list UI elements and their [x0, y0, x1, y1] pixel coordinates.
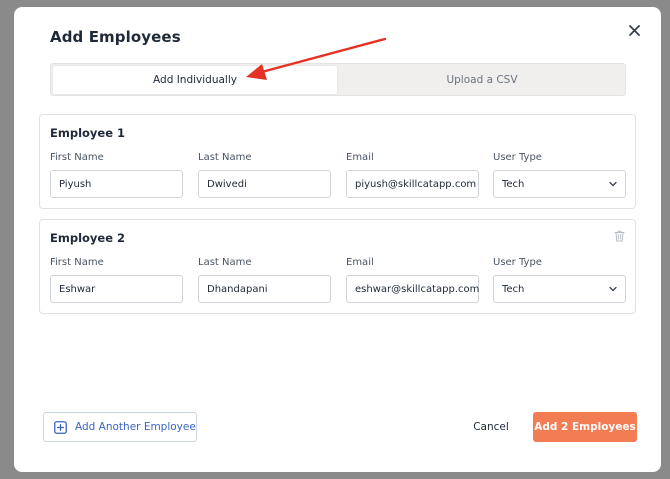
plus-square-icon	[54, 420, 67, 434]
field-value: piyush@skillcatapp.com	[355, 178, 477, 190]
close-icon	[628, 24, 640, 36]
email-field[interactable]: piyush@skillcatapp.com	[346, 170, 479, 198]
employee-title: Employee 1	[50, 126, 126, 140]
last-name-label: Last Name	[198, 152, 252, 163]
user-type-label: User Type	[493, 152, 542, 163]
last-name-field[interactable]: Dhandapani	[198, 275, 331, 303]
last-name-label: Last Name	[198, 257, 252, 268]
employee-card: Employee 1 First Name Piyush Last Name D…	[39, 114, 636, 209]
arrow-annotation	[246, 37, 387, 80]
field-value: Piyush	[59, 178, 92, 190]
first-name-field[interactable]: Piyush	[50, 170, 183, 198]
email-label: Email	[346, 257, 374, 268]
last-name-field[interactable]: Dwivedi	[198, 170, 331, 198]
first-name-label: First Name	[50, 257, 104, 268]
add-another-employee-button[interactable]: Add Another Employee	[43, 412, 197, 442]
add-employees-button[interactable]: Add 2 Employees	[533, 412, 637, 442]
first-name-field[interactable]: Eshwar	[50, 275, 183, 303]
trash-icon[interactable]	[614, 230, 625, 242]
cancel-button[interactable]: Cancel	[466, 418, 516, 436]
email-label: Email	[346, 152, 374, 163]
tab-label: Upload a CSV	[446, 74, 518, 86]
add-employees-modal: Add Employees Add Individually Upload a …	[14, 7, 661, 472]
close-button[interactable]	[624, 20, 644, 40]
first-name-label: First Name	[50, 152, 104, 163]
field-value: eshwar@skillcatapp.com	[355, 283, 480, 295]
employee-title: Employee 2	[50, 231, 126, 245]
user-type-label: User Type	[493, 257, 542, 268]
field-value: Dwivedi	[207, 178, 247, 190]
email-field[interactable]: eshwar@skillcatapp.com	[346, 275, 479, 303]
field-value: Tech	[502, 283, 525, 295]
user-type-select[interactable]: Tech	[493, 275, 626, 303]
field-value: Dhandapani	[207, 283, 268, 295]
tab-label: Add Individually	[153, 74, 237, 86]
field-value: Eshwar	[59, 283, 96, 295]
chevron-down-icon	[609, 181, 617, 187]
modal-title: Add Employees	[50, 28, 181, 46]
user-type-select[interactable]: Tech	[493, 170, 626, 198]
add-another-label: Add Another Employee	[75, 421, 196, 433]
chevron-down-icon	[609, 286, 617, 292]
field-value: Tech	[502, 178, 525, 190]
employee-card: Employee 2 First Name Eshwar Last Name D…	[39, 219, 636, 314]
